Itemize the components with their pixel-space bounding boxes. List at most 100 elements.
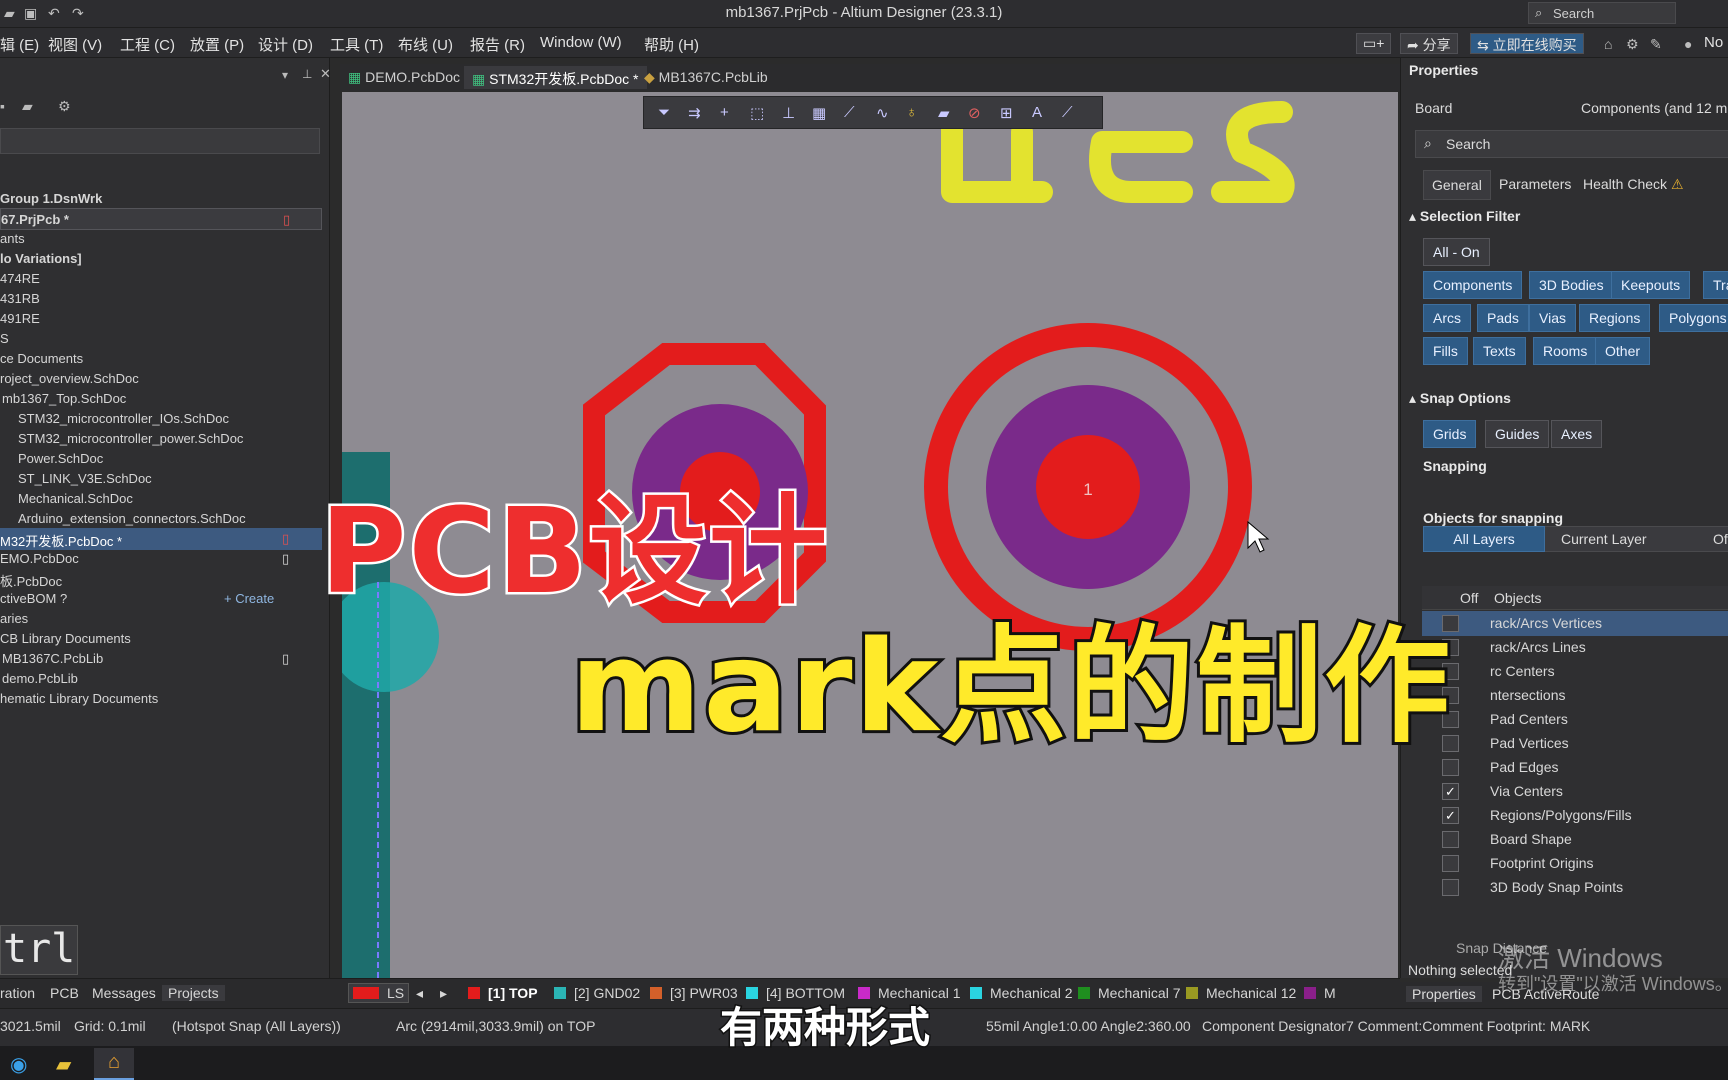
gear-icon[interactable]: ⚙	[1626, 36, 1639, 53]
folder-icon[interactable]: ▰	[22, 98, 33, 115]
tree-item-pcbdoc[interactable]: 板.PcbDoc	[0, 568, 322, 590]
snap-object-checkbox[interactable]	[1442, 831, 1459, 848]
snap-options-title[interactable]: ▴ Snap Options	[1409, 390, 1511, 407]
project-search-input[interactable]	[0, 128, 320, 154]
layer-tab[interactable]: Mechanical 2	[970, 985, 1073, 1001]
altium-designer-icon[interactable]: ⌂	[94, 1048, 134, 1080]
tree-item-schdoc[interactable]: Power.SchDoc	[0, 448, 322, 470]
tree-item-activebom[interactable]: ctiveBOM ? + Create	[0, 588, 322, 610]
tab-parameters[interactable]: Parameters	[1499, 176, 1571, 192]
user-icon[interactable]: ●	[1684, 36, 1692, 52]
properties-search-input[interactable]: ⌕ Search	[1415, 130, 1728, 158]
line-icon[interactable]: ⟋	[1062, 104, 1073, 121]
layer-tab[interactable]: [2] GND02	[554, 985, 640, 1001]
tab-messages[interactable]: Messages	[92, 985, 156, 1001]
tree-item[interactable]: roject_overview.SchDoc	[0, 368, 322, 390]
filter-3d-bodies[interactable]: 3D Bodies	[1529, 271, 1614, 299]
tab-stm32-pcbdoc[interactable]: ▦ STM32开发板.PcbDoc *	[464, 66, 647, 89]
snap-guides-button[interactable]: Guides	[1485, 420, 1550, 448]
snap-object-row[interactable]: rc Centers	[1422, 659, 1728, 684]
buy-online-button[interactable]: ⇆ 立即在线购买	[1470, 33, 1584, 54]
menu-route[interactable]: 布线 (U)	[398, 34, 453, 55]
edge-browser-icon[interactable]: ◉	[10, 1052, 27, 1077]
filter-other[interactable]: Other	[1595, 337, 1651, 365]
gear-icon[interactable]: ⚙	[58, 98, 71, 115]
filter-icon[interactable]: ⏷	[658, 104, 670, 121]
tree-item-schdoc[interactable]: Mechanical.SchDoc	[0, 488, 322, 510]
filter-rooms[interactable]: Rooms	[1533, 337, 1598, 365]
tab-demo-pcbdoc[interactable]: ▦ DEMO.PcbDoc	[340, 66, 468, 89]
tree-item-pcbdoc[interactable]: EMO.PcbDoc ▯	[0, 548, 322, 570]
snap-off[interactable]: Of	[1713, 531, 1728, 547]
global-search-input[interactable]: ⌕ Search	[1528, 2, 1676, 24]
snap-current-layer[interactable]: Current Layer	[1561, 531, 1647, 547]
snap-grids-button[interactable]: Grids	[1423, 420, 1477, 448]
tree-item[interactable]: 431RB	[0, 288, 322, 310]
snap-object-checkbox[interactable]	[1442, 879, 1459, 896]
comment-button[interactable]: ▭+	[1356, 33, 1392, 54]
menu-help[interactable]: 帮助 (H)	[644, 34, 699, 55]
filter-regions[interactable]: Regions	[1579, 304, 1651, 332]
filter-pads[interactable]: Pads	[1477, 304, 1529, 332]
tab-general[interactable]: General	[1423, 170, 1491, 200]
home-icon[interactable]: ⌂	[1604, 36, 1612, 52]
account-label[interactable]: No	[1704, 34, 1723, 51]
layer-tab[interactable]: Mechanical 12	[1186, 985, 1296, 1001]
selection-filter-title[interactable]: ▴ Selection Filter	[1409, 208, 1520, 225]
filter-fills[interactable]: Fills	[1423, 337, 1468, 365]
layer-set-button[interactable]: LS	[348, 983, 410, 1003]
tree-item[interactable]: 474RE	[0, 268, 322, 290]
tab-navigation[interactable]: ration	[0, 985, 35, 1001]
select-rect-icon[interactable]: ⬚	[750, 104, 764, 122]
panel-menu-icon[interactable]: ▾	[282, 68, 288, 82]
tree-item[interactable]: ce Documents	[0, 348, 322, 370]
filter-vias[interactable]: Vias	[1529, 304, 1576, 332]
polygon-icon[interactable]: ▰	[938, 104, 950, 122]
menu-edit[interactable]: 辑 (E)	[0, 34, 39, 55]
menu-reports[interactable]: 报告 (R)	[470, 34, 525, 55]
layer-tab[interactable]: [1] TOP	[468, 985, 538, 1001]
menu-design[interactable]: 设计 (D)	[258, 34, 313, 55]
tree-item[interactable]: lo Variations]	[0, 248, 322, 270]
snap-object-checkbox[interactable]: ✓	[1442, 783, 1459, 800]
keepout-icon[interactable]: ⊘	[968, 104, 981, 122]
tree-item[interactable]: mb1367_Top.SchDoc	[0, 388, 322, 410]
menu-view[interactable]: 视图 (V)	[48, 34, 102, 55]
snap-object-checkbox[interactable]	[1442, 855, 1459, 872]
text-icon[interactable]: A	[1032, 104, 1042, 121]
filter-components[interactable]: Components	[1423, 271, 1523, 299]
crosshair-icon[interactable]: +	[720, 104, 729, 121]
tree-item-pcbdoc-selected[interactable]: M32开发板.PcbDoc * ▯	[0, 528, 322, 550]
tab-properties[interactable]: Properties	[1406, 986, 1482, 1002]
snap-all-layers[interactable]: All Layers	[1423, 526, 1545, 552]
project-icon[interactable]: ▪	[0, 98, 5, 114]
snap-object-row[interactable]: ntersections	[1422, 683, 1728, 708]
via-icon[interactable]: ♁	[906, 104, 917, 121]
snap-object-row[interactable]: Board Shape	[1422, 827, 1728, 852]
tab-projects[interactable]: Projects	[162, 985, 225, 1001]
tree-item[interactable]: hematic Library Documents	[0, 688, 322, 710]
layer-tab[interactable]: M	[1304, 985, 1336, 1001]
close-icon[interactable]: ✕	[320, 66, 331, 82]
tab-pcb[interactable]: PCB	[50, 985, 79, 1001]
tree-item-pcblib[interactable]: demo.PcbLib	[0, 668, 322, 690]
tree-item[interactable]: ants	[0, 228, 322, 250]
route-icon[interactable]: ⟋	[844, 104, 855, 121]
filter-polygons[interactable]: Polygons	[1659, 304, 1728, 332]
board-value[interactable]: Components (and 12 m	[1581, 100, 1727, 116]
filter-tracks[interactable]: Tra	[1703, 271, 1728, 299]
filter-texts[interactable]: Texts	[1473, 337, 1526, 365]
tree-item-schdoc[interactable]: ST_LINK_V3E.SchDoc	[0, 468, 322, 490]
snap-object-row[interactable]: ✓ Via Centers	[1422, 779, 1728, 804]
dimension-icon[interactable]: ⊞	[1000, 104, 1013, 122]
layer-scroll-left[interactable]: ◂	[416, 985, 423, 1002]
snap-object-row[interactable]: Footprint Origins	[1422, 851, 1728, 876]
snap-object-row[interactable]: Pad Edges	[1422, 755, 1728, 780]
snap-object-row[interactable]: Pad Vertices	[1422, 731, 1728, 756]
interactive-route-icon[interactable]: ⇉	[688, 104, 701, 122]
tree-item-pcblib[interactable]: MB1367C.PcbLib ▯	[0, 648, 322, 670]
tree-item[interactable]: 491RE	[0, 308, 322, 330]
tree-project[interactable]: 67.PrjPcb * ▯	[0, 208, 322, 230]
tree-item[interactable]: S	[0, 328, 322, 350]
tab-health-check[interactable]: Health Check ⚠	[1583, 176, 1684, 193]
